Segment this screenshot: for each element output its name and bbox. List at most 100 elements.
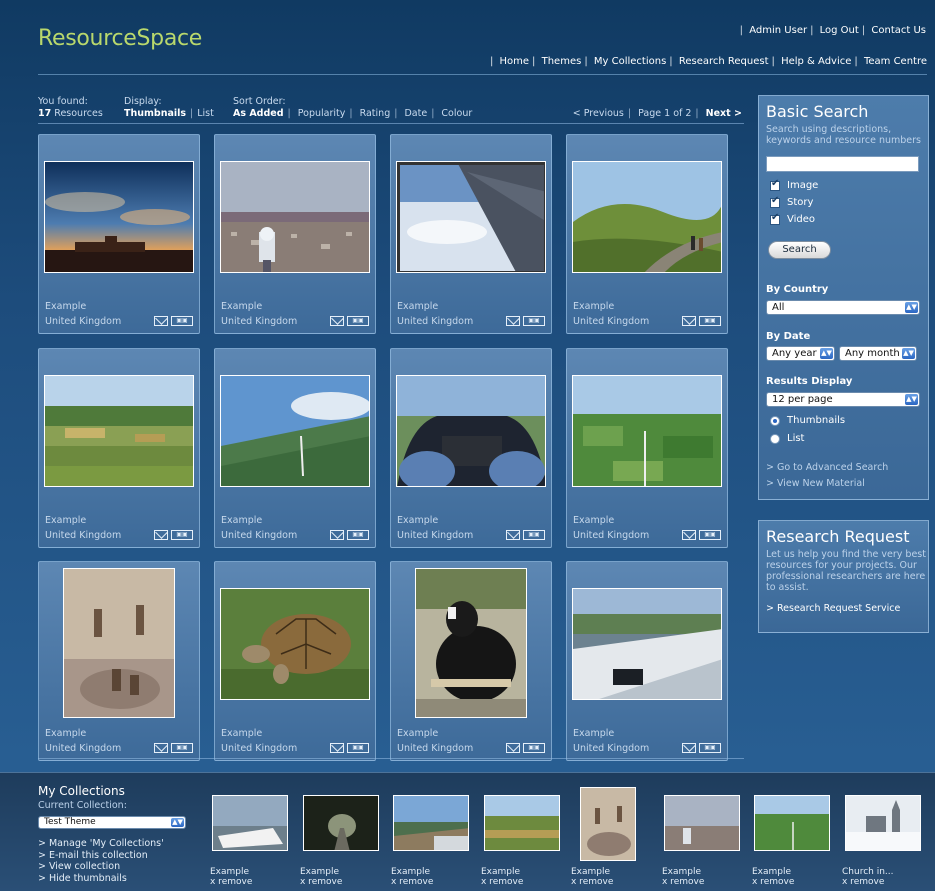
logo[interactable]: ResourceSpace (38, 26, 202, 51)
research-request-service-link[interactable]: > Research Request Service (766, 603, 900, 614)
resource-title[interactable]: Example (573, 515, 614, 526)
resource-thumbnail[interactable] (44, 375, 194, 487)
resource-title[interactable]: Example (45, 728, 86, 739)
next-page-link[interactable]: Next > (706, 108, 742, 119)
sort-popularity[interactable]: Popularity (298, 108, 346, 119)
checkbox-checked-icon[interactable] (770, 195, 780, 208)
current-collection-select[interactable]: Test Theme ▲▼ (38, 816, 186, 829)
add-to-collection-icon[interactable]: ▣▣ (347, 743, 369, 753)
type-checkbox-image[interactable]: Image (770, 178, 818, 191)
remove-link[interactable]: x remove (210, 877, 252, 887)
resource-thumbnail[interactable] (63, 568, 175, 718)
resource-title[interactable]: Example (397, 301, 438, 312)
nav-home[interactable]: Home (500, 56, 530, 67)
email-icon[interactable] (330, 530, 344, 540)
nav-team-centre[interactable]: Team Centre (864, 56, 927, 67)
nav-research-request[interactable]: Research Request (679, 56, 769, 67)
checkbox-checked-icon[interactable] (770, 212, 780, 225)
sort-rating[interactable]: Rating (360, 108, 391, 119)
remove-link[interactable]: x remove (300, 877, 342, 887)
resource-card[interactable]: Example United Kingdom ▣▣ (214, 561, 376, 761)
manage-collections-link[interactable]: > Manage 'My Collections' (38, 838, 164, 850)
collection-thumbnail[interactable] (484, 795, 560, 851)
sort-colour[interactable]: Colour (441, 108, 472, 119)
search-button[interactable]: Search (768, 241, 831, 259)
resource-thumbnail[interactable] (572, 588, 722, 700)
email-icon[interactable] (506, 316, 520, 326)
nav-my-collections[interactable]: My Collections (594, 56, 666, 67)
remove-link[interactable]: x remove (481, 877, 523, 887)
remove-link[interactable]: x remove (842, 877, 894, 887)
resource-thumbnail[interactable] (396, 375, 546, 487)
resource-thumbnail[interactable] (572, 161, 722, 273)
view-collection-link[interactable]: > View collection (38, 861, 164, 873)
email-icon[interactable] (506, 530, 520, 540)
nav-themes[interactable]: Themes (542, 56, 582, 67)
remove-link[interactable]: x remove (391, 877, 433, 887)
email-icon[interactable] (682, 316, 696, 326)
resource-title[interactable]: Example (45, 515, 86, 526)
email-collection-link[interactable]: > E-mail this collection (38, 850, 164, 862)
view-new-material-link[interactable]: > View New Material (766, 478, 865, 489)
email-icon[interactable] (154, 743, 168, 753)
remove-link[interactable]: x remove (662, 877, 704, 887)
email-icon[interactable] (330, 743, 344, 753)
resource-card[interactable]: Example United Kingdom ▣▣ (566, 134, 728, 334)
add-to-collection-icon[interactable]: ▣▣ (171, 316, 193, 326)
add-to-collection-icon[interactable]: ▣▣ (699, 743, 721, 753)
collection-thumbnail[interactable] (754, 795, 830, 851)
email-icon[interactable] (154, 316, 168, 326)
collection-thumbnail[interactable] (212, 795, 288, 851)
resource-thumbnail[interactable] (396, 161, 546, 273)
nav-help-advice[interactable]: Help & Advice (781, 56, 851, 67)
month-select[interactable]: Any month ▲▼ (839, 346, 917, 361)
email-icon[interactable] (506, 743, 520, 753)
add-to-collection-icon[interactable]: ▣▣ (523, 316, 545, 326)
add-to-collection-icon[interactable]: ▣▣ (171, 743, 193, 753)
sort-date[interactable]: Date (404, 108, 427, 119)
contact-us-link[interactable]: Contact Us (871, 25, 926, 36)
resource-card[interactable]: Example United Kingdom ▣▣ (214, 348, 376, 548)
resource-thumbnail[interactable] (415, 568, 527, 718)
sort-as-added[interactable]: As Added (233, 108, 284, 119)
radio-unselected-icon[interactable] (770, 433, 780, 444)
collection-thumbnail[interactable] (580, 787, 636, 861)
resource-thumbnail[interactable] (572, 375, 722, 487)
display-radio-thumbnails[interactable]: Thumbnails (770, 415, 845, 426)
resource-card[interactable]: Example United Kingdom ▣▣ (38, 348, 200, 548)
admin-user-link[interactable]: Admin User (749, 25, 807, 36)
display-radio-list[interactable]: List (770, 433, 804, 444)
resource-card[interactable]: Example United Kingdom ▣▣ (390, 348, 552, 548)
email-icon[interactable] (682, 530, 696, 540)
resource-title[interactable]: Example (397, 515, 438, 526)
resource-card[interactable]: Example United Kingdom ▣▣ (390, 561, 552, 761)
remove-link[interactable]: x remove (571, 877, 613, 887)
resource-title[interactable]: Example (221, 728, 262, 739)
add-to-collection-icon[interactable]: ▣▣ (347, 316, 369, 326)
add-to-collection-icon[interactable]: ▣▣ (523, 530, 545, 540)
country-select[interactable]: All ▲▼ (766, 300, 920, 315)
resource-card[interactable]: Example United Kingdom ▣▣ (38, 561, 200, 761)
advanced-search-link[interactable]: > Go to Advanced Search (766, 462, 888, 473)
add-to-collection-icon[interactable]: ▣▣ (699, 530, 721, 540)
hide-thumbnails-link[interactable]: > Hide thumbnails (38, 873, 164, 885)
type-checkbox-video[interactable]: Video (770, 212, 815, 225)
resource-title[interactable]: Example (573, 728, 614, 739)
resource-thumbnail[interactable] (44, 161, 194, 273)
collection-thumbnail[interactable] (664, 795, 740, 851)
add-to-collection-icon[interactable]: ▣▣ (523, 743, 545, 753)
per-page-select[interactable]: 12 per page ▲▼ (766, 392, 920, 407)
add-to-collection-icon[interactable]: ▣▣ (171, 530, 193, 540)
display-thumbnails[interactable]: Thumbnails (124, 108, 186, 119)
collection-thumbnail[interactable] (303, 795, 379, 851)
email-icon[interactable] (682, 743, 696, 753)
resource-card[interactable]: Example United Kingdom ▣▣ (566, 348, 728, 548)
checkbox-checked-icon[interactable] (770, 178, 780, 191)
resource-title[interactable]: Example (221, 301, 262, 312)
add-to-collection-icon[interactable]: ▣▣ (347, 530, 369, 540)
resource-thumbnail[interactable] (220, 161, 370, 273)
previous-page-link[interactable]: < Previous (573, 108, 624, 119)
type-checkbox-story[interactable]: Story (770, 195, 813, 208)
resource-card[interactable]: Example United Kingdom ▣▣ (390, 134, 552, 334)
resource-title[interactable]: Example (45, 301, 86, 312)
